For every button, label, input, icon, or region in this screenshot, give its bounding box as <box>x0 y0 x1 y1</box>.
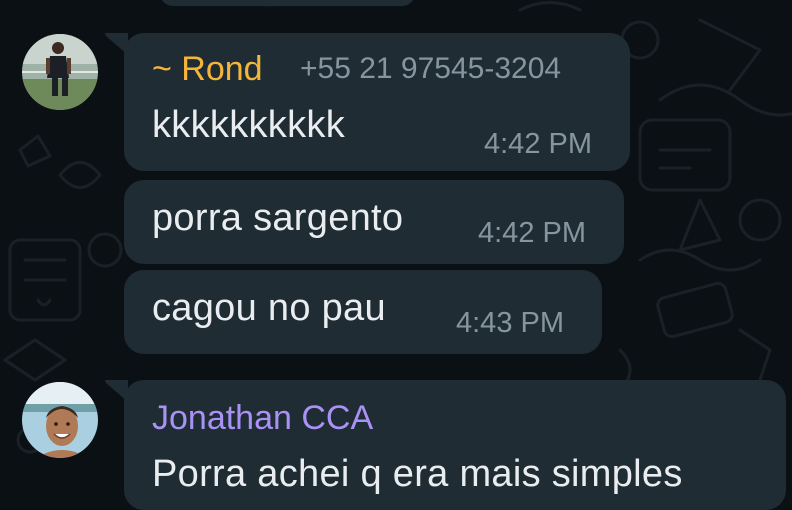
sender-phone[interactable]: +55 21 97545-3204 <box>300 49 561 89</box>
message-text: kkkkkkkkkk <box>152 104 345 146</box>
message-bubble[interactable]: porra sargento 4:42 PM <box>124 180 624 264</box>
message-time: 4:42 PM <box>484 128 592 160</box>
sender-avatar[interactable] <box>22 34 98 110</box>
message-bubble[interactable]: cagou no pau 4:43 PM <box>124 270 602 354</box>
previous-message-bubble-edge[interactable] <box>160 0 415 6</box>
message-bubble[interactable]: ~ Rond +55 21 97545-3204 kkkkkkkkkk 4:42… <box>124 33 630 171</box>
sender-name[interactable]: ~ Rond <box>152 49 263 89</box>
avatar-photo-soccer-player-icon <box>22 34 98 110</box>
sender-avatar[interactable] <box>22 382 98 458</box>
avatar-photo-smiling-man-icon <box>22 382 98 458</box>
message-text: Porra achei q era mais simples <box>152 453 683 495</box>
message-bubble[interactable]: Jonathan CCA Porra achei q era mais simp… <box>124 380 786 510</box>
message-time: 4:42 PM <box>478 217 586 249</box>
sender-name[interactable]: Jonathan CCA <box>152 398 373 438</box>
message-text: cagou no pau <box>152 287 386 329</box>
message-time: 4:43 PM <box>456 307 564 339</box>
message-text: porra sargento <box>152 197 404 239</box>
